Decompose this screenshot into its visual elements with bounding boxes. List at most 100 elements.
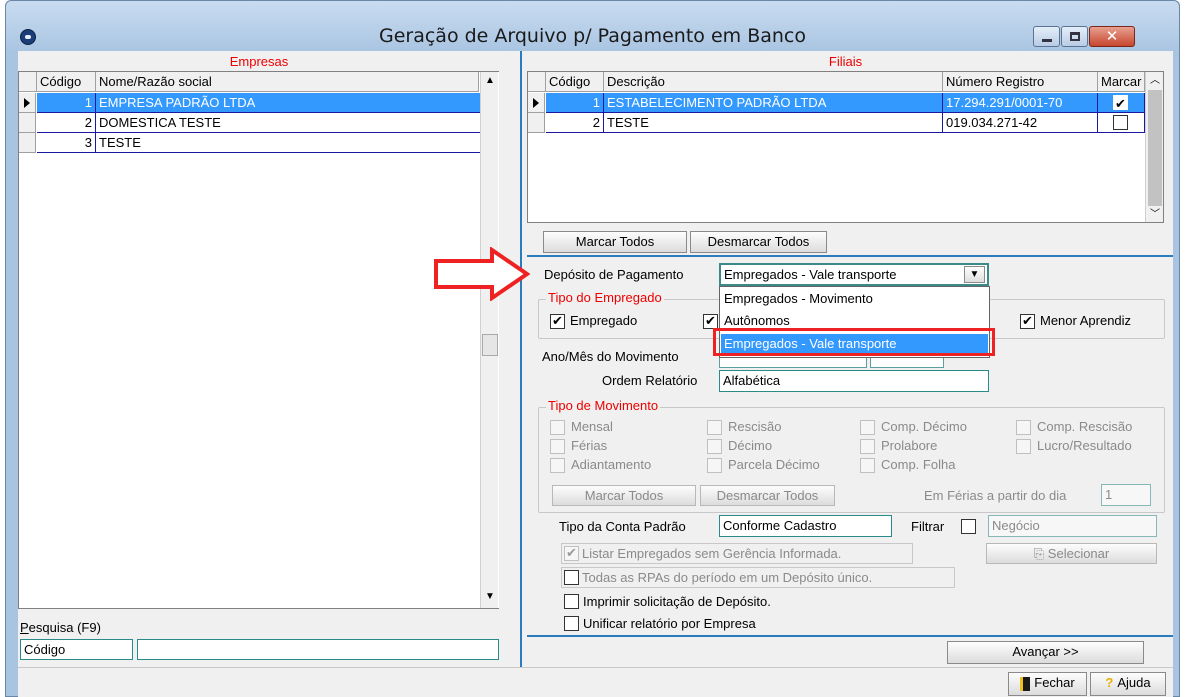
filtrar-checkbox[interactable]	[961, 519, 976, 534]
row-indicator[interactable]	[19, 113, 36, 133]
ordem-label: Ordem Relatório	[602, 373, 698, 388]
filiais-grid-header: Código Descrição Número Registro Marcar	[528, 72, 1145, 92]
unificar-checkbox[interactable]	[564, 616, 579, 631]
todas-rpas-checkbox[interactable]	[564, 570, 579, 585]
movimento-checkbox[interactable]	[860, 458, 875, 473]
filial-marcar-checkbox[interactable]	[1113, 94, 1128, 112]
search-field-select[interactable]: Código	[20, 639, 133, 660]
empregado-checkbox[interactable]	[550, 313, 565, 329]
scroll-thumb[interactable]	[1148, 90, 1162, 206]
filial-codigo-cell[interactable]: 2	[546, 113, 604, 133]
empresa-codigo-cell[interactable]: 1	[37, 93, 96, 113]
maximize-icon	[1070, 32, 1080, 41]
deposito-label: Depósito de Pagamento	[544, 267, 684, 282]
row-indicator[interactable]	[19, 133, 36, 153]
menor-aprendiz-label: Menor Aprendiz	[1040, 313, 1132, 328]
splitter[interactable]	[502, 51, 527, 667]
col-nome[interactable]: Nome/Razão social	[96, 72, 479, 92]
movimento-label: Férias	[571, 438, 608, 453]
movimento-checkbox[interactable]	[1016, 420, 1031, 435]
movimento-checkbox[interactable]	[707, 458, 722, 473]
fechar-button[interactable]: Fechar	[1008, 672, 1087, 696]
header-indicator	[528, 72, 546, 92]
row-indicator[interactable]	[19, 93, 36, 113]
filial-marcar-cell[interactable]	[1098, 113, 1145, 133]
filiais-desmarcar-todos-button[interactable]: Desmarcar Todos	[690, 231, 827, 253]
negocio-input[interactable]: Negócio	[988, 515, 1157, 537]
row-indicator[interactable]	[528, 93, 545, 113]
ajuda-button[interactable]: ? Ajuda	[1090, 672, 1166, 696]
movimento-checkbox[interactable]	[707, 439, 722, 454]
empresas-scrollbar[interactable]: ▲ ▼	[480, 72, 498, 608]
empresas-grid[interactable]: Código Nome/Razão social 1 EMPRESA PADRÃO…	[18, 71, 499, 609]
imprimir-checkbox[interactable]	[564, 594, 579, 609]
chevron-down-icon[interactable]: ▼	[964, 266, 985, 283]
fechar-label: Fechar	[1034, 675, 1075, 690]
autonomo-checkbox[interactable]	[703, 313, 718, 329]
filial-registro-cell[interactable]: 17.294.291/0001-70	[943, 93, 1098, 113]
menor-aprendiz-checkbox[interactable]	[1020, 313, 1035, 329]
help-icon: ?	[1105, 675, 1114, 690]
movimento-checkbox[interactable]	[1016, 439, 1031, 454]
ferias-input[interactable]: 1	[1101, 484, 1151, 506]
movimento-label: Adiantamento	[571, 457, 652, 472]
col-registro[interactable]: Número Registro	[943, 72, 1098, 92]
filial-descricao-cell[interactable]: TESTE	[604, 113, 943, 133]
title-bar[interactable]: Geração de Arquivo p/ Pagamento em Banco…	[6, 1, 1179, 51]
empresa-codigo-cell[interactable]: 2	[37, 113, 96, 133]
filiais-marcar-todos-button[interactable]: Marcar Todos	[543, 231, 687, 253]
ordem-select[interactable]: Alfabética	[719, 370, 989, 392]
filial-marcar-cell[interactable]	[1098, 93, 1145, 113]
minimize-icon	[1042, 39, 1052, 42]
movimento-checkbox[interactable]	[860, 439, 875, 454]
conta-select[interactable]: Conforme Cadastro	[719, 515, 892, 537]
scroll-up-icon[interactable]: ▲	[481, 72, 499, 90]
todas-rpas-option: Todas as RPAs do período em um Depósito …	[561, 567, 955, 588]
filial-registro-cell[interactable]: 019.034.271-42	[943, 113, 1098, 133]
filiais-grid[interactable]: Código Descrição Número Registro Marcar …	[527, 71, 1164, 223]
deposito-select[interactable]: Empregados - Vale transporte ▼	[719, 263, 989, 286]
scroll-thumb[interactable]	[482, 334, 498, 356]
todas-rpas-label: Todas as RPAs do período em um Depósito …	[582, 570, 873, 585]
filial-descricao-cell[interactable]: ESTABELECIMENTO PADRÃO LTDA	[604, 93, 943, 113]
avancar-button[interactable]: Avançar >>	[947, 641, 1144, 664]
movimento-label: Comp. Décimo	[881, 419, 967, 434]
filial-codigo-cell[interactable]: 1	[546, 93, 604, 113]
unificar-label: Unificar relatório por Empresa	[583, 616, 756, 631]
movimento-desmarcar-todos-button[interactable]: Desmarcar Todos	[700, 485, 835, 506]
row-indicator[interactable]	[528, 113, 545, 133]
close-button[interactable]: ✕	[1089, 26, 1135, 47]
empresa-nome-cell[interactable]: EMPRESA PADRÃO LTDA	[96, 93, 489, 113]
minimize-button[interactable]	[1033, 26, 1060, 47]
movimento-checkbox[interactable]	[550, 420, 565, 435]
tipo-empregado-title: Tipo do Empregado	[546, 290, 664, 305]
movimento-label: Mensal	[571, 419, 613, 434]
filiais-scrollbar[interactable]: ︿ ﹀	[1145, 72, 1163, 222]
movimento-checkbox[interactable]	[550, 458, 565, 473]
scroll-down-icon[interactable]: ﹀	[1146, 206, 1164, 224]
col-codigo[interactable]: Código	[546, 72, 604, 92]
movimento-checkbox[interactable]	[860, 420, 875, 435]
movimento-checkbox[interactable]	[550, 439, 565, 454]
filial-marcar-checkbox[interactable]	[1113, 115, 1128, 130]
col-descricao[interactable]: Descrição	[604, 72, 943, 92]
maximize-button[interactable]	[1061, 26, 1088, 47]
listar-option: Listar Empregados sem Gerência Informada…	[561, 543, 913, 564]
empresa-nome-cell[interactable]: TESTE	[96, 133, 489, 153]
movimento-label: Rescisão	[728, 419, 782, 434]
empresa-codigo-cell[interactable]: 3	[37, 133, 96, 153]
scroll-down-icon[interactable]: ▼	[481, 588, 499, 606]
movimento-checkbox[interactable]	[707, 420, 722, 435]
col-marcar[interactable]: Marcar	[1098, 72, 1145, 92]
deposito-option-movimento[interactable]: Empregados - Movimento	[721, 289, 988, 309]
search-input[interactable]	[137, 639, 499, 660]
scroll-up-icon[interactable]: ︿	[1146, 72, 1164, 90]
empresa-nome-cell[interactable]: DOMESTICA TESTE	[96, 113, 489, 133]
empresas-grid-header: Código Nome/Razão social	[19, 72, 479, 92]
highlight-box	[713, 328, 995, 356]
col-codigo[interactable]: Código	[37, 72, 96, 92]
ferias-label: Em Férias a partir do dia	[924, 488, 1067, 503]
pesquisa-label-text: esquisa (F9)	[28, 620, 101, 635]
movimento-marcar-todos-button[interactable]: Marcar Todos	[552, 485, 696, 506]
selecionar-button[interactable]: ⎘ Selecionar	[986, 543, 1157, 564]
